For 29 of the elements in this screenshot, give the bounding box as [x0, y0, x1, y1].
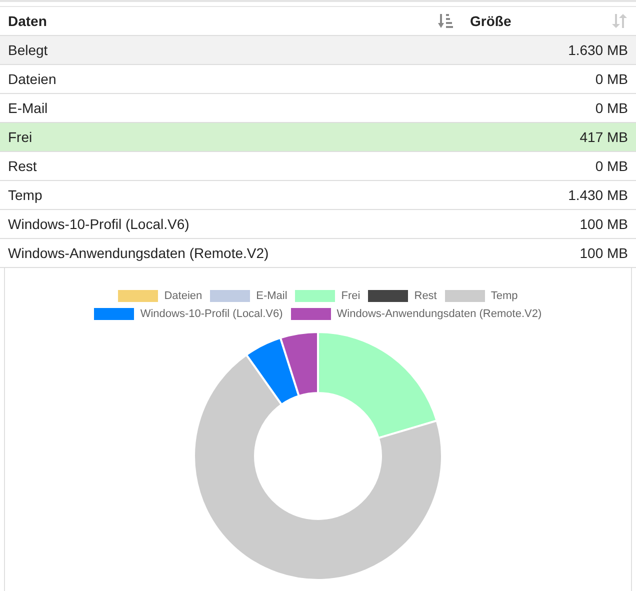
- donut-slice[interactable]: [279, 331, 319, 397]
- table-cell: 417 MB: [580, 129, 628, 145]
- table-cell: 0 MB: [595, 158, 628, 174]
- table-cell: Frei: [8, 129, 32, 145]
- table-cell: Dateien: [8, 71, 56, 87]
- legend-label: E-Mail: [256, 290, 288, 302]
- table-cell: Temp: [8, 187, 42, 203]
- table-cell: 100 MB: [580, 245, 628, 261]
- table-cell: 1.630 MB: [568, 42, 628, 58]
- legend-label: Frei: [341, 290, 360, 302]
- legend-label: Temp: [490, 290, 518, 302]
- table-cell: Windows-10-Profil (Local.V6): [8, 216, 190, 232]
- table-cell: 1.430 MB: [568, 187, 628, 203]
- donut-slice[interactable]: [245, 336, 300, 406]
- column-header[interactable]: Daten: [8, 13, 47, 29]
- legend-label: Windows-Anwendungsdaten (Remote.V2): [336, 308, 542, 320]
- table-cell: Windows-Anwendungsdaten (Remote.V2): [8, 245, 269, 261]
- legend-label: Rest: [414, 290, 437, 302]
- table-cell: Belegt: [8, 42, 48, 58]
- sort-descending-icon[interactable]: [438, 14, 454, 28]
- table-cell: 0 MB: [595, 71, 628, 87]
- legend-label: Windows-10-Profil (Local.V6): [140, 308, 283, 320]
- table-cell: E-Mail: [8, 100, 48, 116]
- table-cell: Rest: [8, 158, 37, 174]
- table-cell: 100 MB: [580, 216, 628, 232]
- column-header[interactable]: Größe: [470, 13, 512, 29]
- donut-slice[interactable]: [193, 354, 443, 581]
- table-cell: 0 MB: [595, 100, 628, 116]
- legend-label: Dateien: [164, 290, 202, 302]
